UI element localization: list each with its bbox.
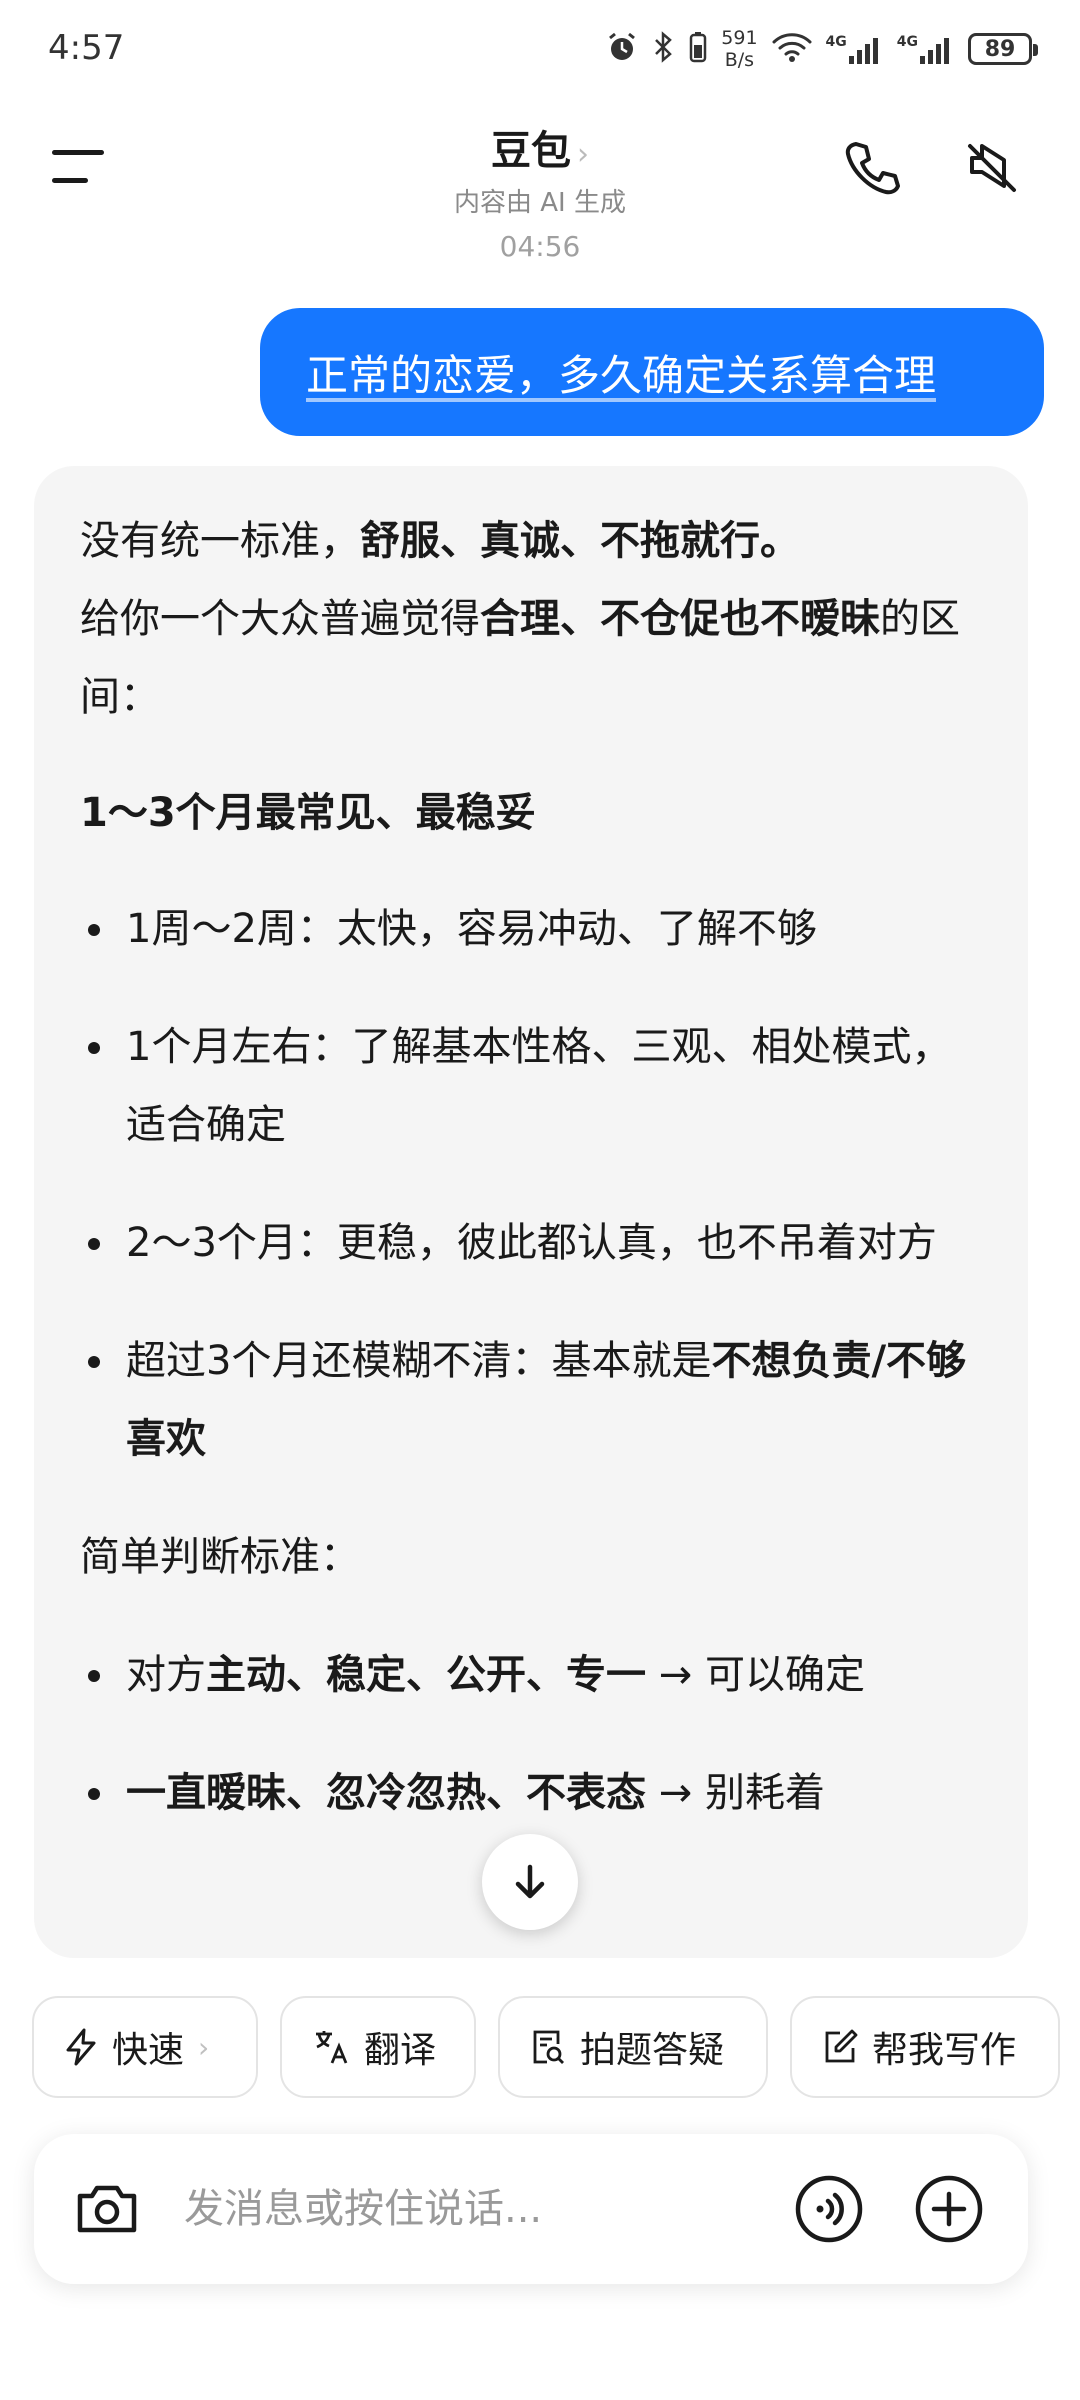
phone-icon: [845, 142, 900, 195]
mute-button[interactable]: [960, 136, 1024, 200]
scroll-to-bottom-button[interactable]: [482, 1834, 578, 1930]
list-item: 1个月左右：了解基本性格、三观、相处模式，适合确定: [80, 1008, 982, 1164]
status-bar: 4:57 591 B/s 4G 4G 89: [0, 0, 1080, 96]
alarm-icon: [605, 30, 639, 68]
message-input-bar: [34, 2134, 1028, 2284]
status-icons: 591 B/s 4G 4G 89: [605, 22, 1038, 76]
wifi-icon: [772, 31, 812, 67]
chip-translate[interactable]: 翻译: [280, 1996, 476, 2098]
menu-icon: [52, 150, 104, 183]
chat-title: 豆包: [491, 128, 571, 174]
ai-paragraph: 给你一个大众普遍觉得合理、不仓促也不暧昧的区间：: [80, 596, 960, 720]
chevron-right-icon: ›: [198, 2030, 210, 2064]
voice-wave-icon: [795, 2175, 863, 2243]
list-item: 一直暧昧、忽冷忽热、不表态 → 别耗着: [80, 1754, 982, 1832]
menu-button[interactable]: [46, 142, 116, 192]
network-speed: 591 B/s: [721, 27, 758, 71]
chevron-right-icon: ›: [577, 137, 589, 172]
chip-write[interactable]: 帮我写作: [790, 1996, 1060, 2098]
edit-icon: [825, 2029, 858, 2063]
chat-title-area[interactable]: 豆包 › 内容由 AI 生成: [340, 118, 740, 219]
ai-disclaimer: 内容由 AI 生成: [454, 188, 626, 218]
camera-icon: [77, 2185, 137, 2233]
signal-icon-sim2: 4G: [897, 34, 954, 64]
signal-icon-sim1: 4G: [826, 34, 883, 64]
translate-icon: [316, 2031, 348, 2064]
chat-header: 豆包 › 内容由 AI 生成: [0, 100, 1080, 230]
user-message-bubble[interactable]: 正常的恋爱，多久确定关系算合理: [260, 308, 1044, 436]
list-item: 2～3个月：更稳，彼此都认真，也不吊着对方: [80, 1204, 982, 1282]
ai-message-text: 没有统一标准，舒服、真诚、不拖就行。 给你一个大众普遍觉得合理、不仓促也不暧昧的…: [80, 502, 982, 1832]
message-input[interactable]: [184, 2170, 784, 2248]
more-button[interactable]: [914, 2174, 984, 2244]
battery-icon: 89: [968, 33, 1038, 65]
lightning-icon: [66, 2028, 96, 2066]
ai-heading: 1～3个月最常见、最稳妥: [80, 790, 536, 836]
call-button[interactable]: [840, 136, 904, 200]
bluetooth-icon: [653, 30, 675, 68]
voice-call-button[interactable]: [794, 2174, 864, 2244]
vibrate-battery-icon: [689, 31, 707, 67]
list-item: 超过3个月还模糊不清：基本就是不想负责/不够喜欢: [80, 1322, 982, 1478]
list-item: 对方主动、稳定、公开、专一 → 可以确定: [80, 1636, 982, 1714]
chip-fast[interactable]: 快速 ›: [32, 1996, 258, 2098]
ai-subheading: 简单判断标准：: [80, 1534, 360, 1580]
list-item: 1周～2周：太快，容易冲动、了解不够: [80, 890, 982, 968]
ai-message-bubble[interactable]: 没有统一标准，舒服、真诚、不拖就行。 给你一个大众普遍觉得合理、不仓促也不暧昧的…: [34, 466, 1028, 1958]
arrow-down-icon: [515, 1864, 545, 1899]
message-timestamp: 04:56: [499, 230, 581, 263]
camera-button[interactable]: [74, 2176, 140, 2242]
search-document-icon: [533, 2030, 564, 2064]
speaker-mute-icon: [968, 144, 1016, 192]
status-time: 4:57: [48, 28, 125, 68]
ai-paragraph: 没有统一标准，舒服、真诚、不拖就行。: [80, 518, 800, 564]
chip-photo-qa[interactable]: 拍题答疑: [498, 1996, 768, 2098]
quick-actions: 快速 › 翻译 拍题答疑 帮我写作: [32, 1996, 1060, 2100]
plus-circle-icon: [915, 2175, 983, 2243]
user-message-text: 正常的恋爱，多久确定关系算合理: [306, 350, 937, 400]
